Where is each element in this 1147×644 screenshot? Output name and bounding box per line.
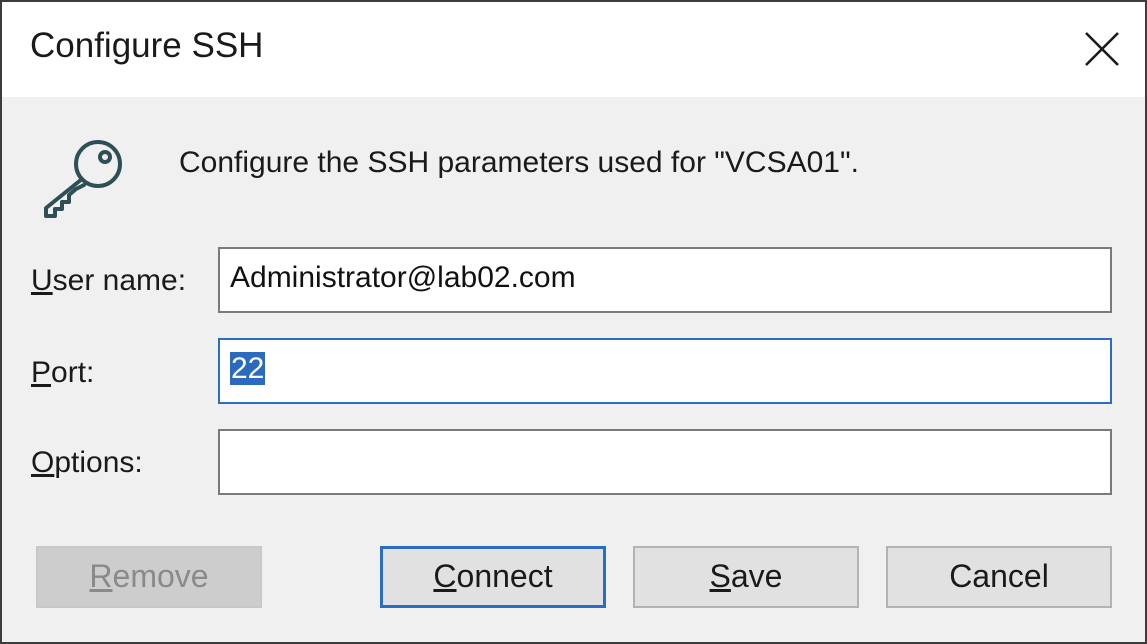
port-label: Port: (31, 356, 94, 390)
intro-text: Configure the SSH parameters used for "V… (179, 146, 859, 179)
key-icon (38, 136, 130, 220)
cancel-button[interactable]: Cancel (886, 546, 1112, 608)
connect-button-key: C (433, 558, 457, 594)
save-button-key: S (709, 558, 731, 594)
save-button-rest: ave (730, 558, 783, 594)
connect-button-rest: onnect (456, 558, 553, 594)
port-field[interactable]: 22 (218, 338, 1112, 404)
port-value: 22 (230, 352, 266, 385)
username-label-rest: ser name: (52, 264, 187, 297)
remove-button-key: R (89, 558, 113, 594)
title-bar: Configure SSH (2, 2, 1145, 97)
close-icon[interactable] (1077, 24, 1127, 74)
remove-button[interactable]: Remove (36, 546, 262, 608)
options-label-rest: ptions: (54, 446, 143, 479)
save-button[interactable]: Save (633, 546, 859, 608)
username-label: User name: (31, 264, 186, 298)
username-field[interactable]: Administrator@lab02.com (218, 247, 1112, 313)
port-label-key: P (31, 356, 52, 389)
options-label-key: O (31, 446, 55, 479)
configure-ssh-dialog: Configure SSH Configure the SSH paramete… (0, 0, 1147, 644)
username-value: Administrator@lab02.com (230, 261, 576, 294)
remove-button-rest: emove (112, 558, 209, 594)
options-field[interactable] (218, 429, 1112, 495)
options-label: Options: (31, 446, 143, 480)
window-title: Configure SSH (30, 26, 264, 65)
port-label-rest: ort: (51, 356, 95, 389)
connect-button[interactable]: Connect (380, 546, 606, 608)
username-label-key: U (31, 264, 53, 297)
